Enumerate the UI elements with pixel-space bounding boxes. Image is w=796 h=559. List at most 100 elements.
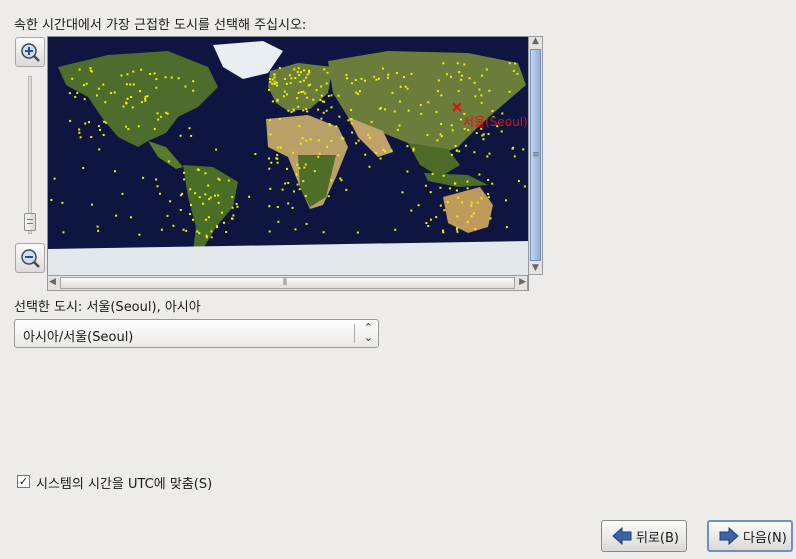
city-dot[interactable]: [327, 94, 330, 97]
city-dot[interactable]: [153, 127, 156, 130]
city-dot[interactable]: [96, 94, 98, 97]
city-dot[interactable]: [396, 128, 399, 131]
city-dot[interactable]: [232, 214, 235, 217]
city-dot[interactable]: [302, 180, 305, 183]
city-dot[interactable]: [83, 84, 85, 87]
city-dot[interactable]: [286, 167, 289, 170]
city-dot[interactable]: [299, 80, 302, 83]
city-dot[interactable]: [208, 198, 211, 201]
city-dot[interactable]: [96, 225, 99, 228]
city-dot[interactable]: [460, 74, 463, 77]
city-dot[interactable]: [470, 204, 473, 207]
city-dot[interactable]: [399, 100, 401, 103]
city-dot[interactable]: [248, 195, 251, 198]
city-dot[interactable]: [440, 94, 443, 97]
city-dot[interactable]: [350, 122, 353, 125]
map-vertical-scrollbar[interactable]: ▲ ≡ ▼: [528, 36, 543, 275]
city-dot[interactable]: [69, 119, 72, 122]
timezone-select[interactable]: 아시아/서울(Seoul) ⌃ ⌄: [14, 319, 379, 348]
city-dot[interactable]: [451, 129, 454, 132]
city-dot[interactable]: [474, 227, 477, 230]
city-dot[interactable]: [439, 133, 442, 136]
city-dot[interactable]: [105, 121, 107, 124]
city-dot[interactable]: [320, 94, 323, 97]
city-dot[interactable]: [485, 68, 488, 71]
city-dot[interactable]: [406, 145, 409, 148]
city-dot[interactable]: [273, 76, 276, 79]
city-dot[interactable]: [302, 109, 305, 112]
city-dot[interactable]: [523, 185, 526, 188]
city-dot[interactable]: [53, 177, 56, 180]
city-dot[interactable]: [429, 191, 432, 194]
city-dot[interactable]: [455, 149, 458, 152]
city-dot[interactable]: [320, 117, 323, 120]
city-dot[interactable]: [394, 228, 397, 231]
city-dot[interactable]: [127, 128, 130, 131]
city-dot[interactable]: [522, 148, 525, 151]
city-dot[interactable]: [387, 73, 390, 76]
city-dot[interactable]: [254, 153, 257, 155]
city-dot[interactable]: [299, 142, 302, 145]
city-dot[interactable]: [327, 195, 330, 198]
city-dot[interactable]: [475, 132, 478, 134]
city-dot[interactable]: [167, 160, 170, 163]
city-dot[interactable]: [337, 94, 340, 97]
city-dot[interactable]: [320, 85, 323, 88]
city-dot[interactable]: [276, 206, 279, 208]
city-dot[interactable]: [467, 129, 470, 131]
city-dot[interactable]: [439, 186, 442, 189]
city-dot[interactable]: [335, 125, 338, 128]
city-dot[interactable]: [318, 152, 321, 155]
city-dot[interactable]: [125, 125, 127, 128]
city-dot[interactable]: [297, 67, 300, 70]
city-dot[interactable]: [326, 71, 329, 74]
city-dot[interactable]: [317, 108, 319, 111]
city-dot[interactable]: [508, 90, 511, 93]
city-dot[interactable]: [450, 75, 452, 78]
city-dot[interactable]: [513, 155, 516, 158]
city-dot[interactable]: [346, 77, 348, 80]
city-dot[interactable]: [183, 178, 186, 181]
city-dot[interactable]: [170, 76, 173, 79]
city-dot[interactable]: [282, 95, 285, 98]
city-dot[interactable]: [488, 152, 491, 155]
city-dot[interactable]: [368, 165, 371, 168]
city-dot[interactable]: [382, 148, 385, 151]
city-dot[interactable]: [435, 111, 438, 113]
city-dot[interactable]: [319, 98, 322, 101]
city-dot[interactable]: [329, 124, 332, 127]
city-dot[interactable]: [153, 72, 156, 75]
world-map[interactable]: 서울(Seoul): [47, 36, 529, 291]
city-dot[interactable]: [489, 217, 492, 220]
city-dot[interactable]: [268, 157, 270, 160]
city-dot[interactable]: [85, 82, 88, 85]
city-dot[interactable]: [121, 192, 124, 195]
city-dot[interactable]: [399, 85, 402, 88]
city-dot[interactable]: [424, 184, 427, 187]
city-dot[interactable]: [114, 170, 116, 173]
city-dot[interactable]: [350, 109, 353, 111]
city-dot[interactable]: [315, 89, 318, 92]
city-dot[interactable]: [454, 145, 457, 147]
city-dot[interactable]: [217, 194, 220, 197]
city-dot[interactable]: [486, 155, 489, 158]
city-dot[interactable]: [304, 92, 307, 95]
city-dot[interactable]: [356, 231, 359, 234]
city-dot[interactable]: [210, 236, 213, 239]
city-dot[interactable]: [273, 82, 276, 85]
city-dot[interactable]: [269, 133, 272, 136]
city-dot[interactable]: [89, 69, 92, 72]
city-dot[interactable]: [120, 74, 123, 77]
city-dot[interactable]: [223, 221, 225, 224]
city-dot[interactable]: [384, 108, 386, 111]
city-dot[interactable]: [450, 124, 453, 127]
city-dot[interactable]: [130, 216, 132, 219]
city-dot[interactable]: [351, 131, 354, 134]
city-dot[interactable]: [74, 95, 77, 98]
city-dot[interactable]: [189, 213, 191, 215]
scroll-down-icon[interactable]: ▼: [532, 263, 539, 273]
city-dot[interactable]: [294, 228, 297, 231]
city-dot[interactable]: [217, 201, 220, 204]
city-dot[interactable]: [429, 218, 432, 221]
city-dot[interactable]: [144, 95, 147, 98]
